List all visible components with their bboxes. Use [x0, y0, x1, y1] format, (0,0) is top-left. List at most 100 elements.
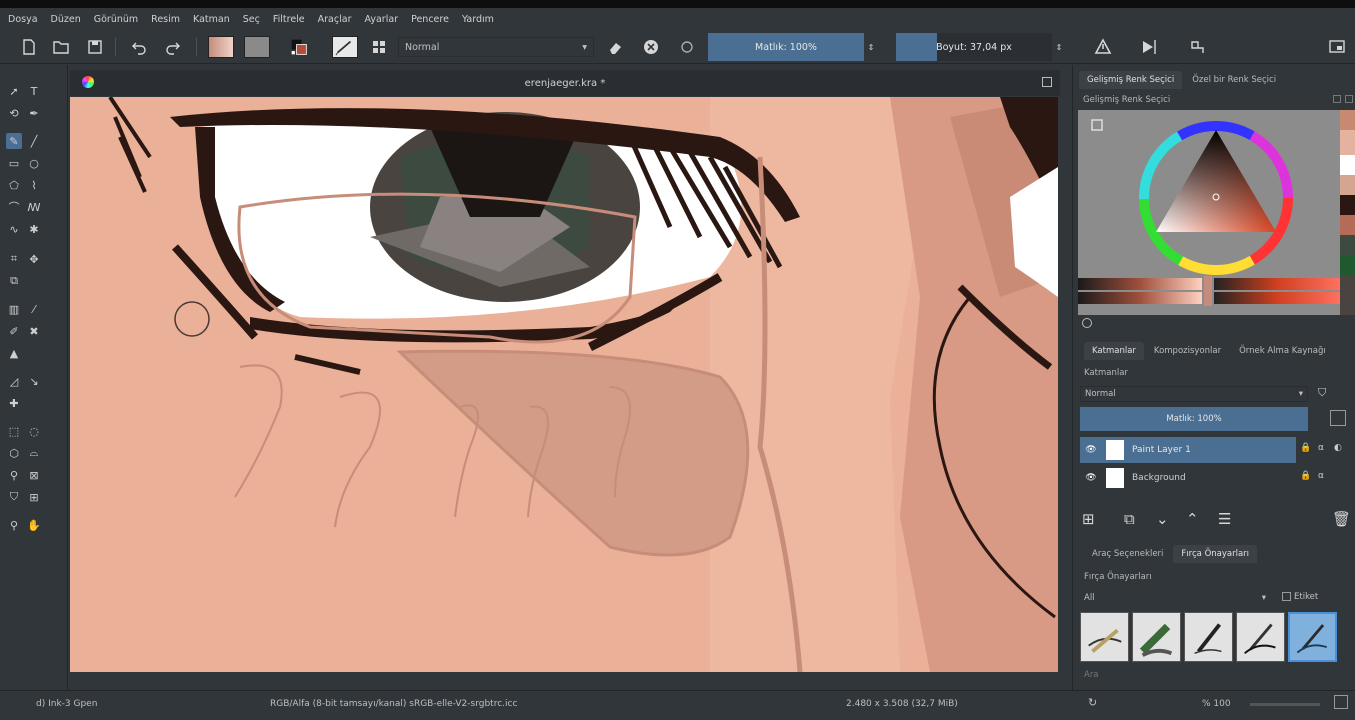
visibility-eye-icon[interactable]: 👁 [1080, 473, 1102, 483]
bezier-select-icon[interactable]: ⛉ [6, 489, 22, 505]
gradient-swatch[interactable] [208, 36, 234, 58]
duplicate-layer-icon[interactable]: ⧉ [1124, 510, 1135, 528]
palette-swatch[interactable] [1340, 275, 1355, 315]
rotate-canvas-icon[interactable]: ↻ [1088, 696, 1097, 709]
color-selector-area[interactable] [1078, 110, 1340, 315]
freehand-brush-icon[interactable]: ✎ [6, 133, 22, 149]
menu-select[interactable]: Seç [243, 14, 260, 25]
brush-preset-pen[interactable] [1184, 612, 1233, 662]
pattern-swatch[interactable] [244, 36, 270, 58]
rectangle-tool-icon[interactable]: ▭ [6, 155, 22, 171]
text-tool-icon[interactable]: T [26, 83, 42, 99]
fill-tool-icon[interactable]: ▲ [6, 345, 22, 361]
menu-tools[interactable]: Araçlar [318, 14, 352, 25]
preserve-alpha-icon[interactable] [676, 35, 698, 59]
tab-sample-source[interactable]: Örnek Alma Kaynağı [1231, 342, 1334, 360]
redo-icon[interactable] [162, 35, 184, 59]
magnetic-select-icon[interactable]: ⊞ [26, 489, 42, 505]
menu-settings[interactable]: Ayarlar [364, 14, 398, 25]
layer-blend-select[interactable]: Normal ▾ [1080, 386, 1308, 402]
lock-icon[interactable]: 🔒 [1300, 443, 1311, 453]
brush-preset-pencil[interactable] [1080, 612, 1129, 662]
transform-tool-icon[interactable]: ⧉ [6, 273, 22, 289]
palette-swatch[interactable] [1340, 195, 1355, 215]
lock-icon[interactable]: 🔒 [1300, 471, 1311, 481]
crop-tool-icon[interactable]: ⌗ [6, 251, 22, 267]
layer-row-paint-layer[interactable]: 👁 Paint Layer 1 [1080, 437, 1296, 463]
tab-tool-options[interactable]: Araç Seçenekleri [1084, 545, 1171, 563]
fg-bg-color-icon[interactable] [286, 35, 312, 59]
multibrush-icon[interactable]: ✱ [26, 221, 42, 237]
delete-layer-icon[interactable]: 🗑 [1332, 510, 1351, 528]
brush-preset-ink[interactable] [1236, 612, 1285, 662]
layer-opacity-slider[interactable]: Matlık: 100% [1080, 407, 1308, 431]
open-folder-icon[interactable] [50, 35, 72, 59]
tab-brush-presets[interactable]: Fırça Önayarları [1173, 545, 1258, 563]
layer-row-background[interactable]: 👁 Background [1080, 465, 1296, 491]
calligraphy-icon[interactable]: ✒ [26, 105, 42, 121]
mirror-horizontal-icon[interactable] [1138, 35, 1160, 59]
dynamic-brush-icon[interactable]: ∿ [6, 221, 22, 237]
menu-window[interactable]: Pencere [411, 14, 449, 25]
filter-icon[interactable]: ⛉ [1318, 386, 1326, 400]
undo-icon[interactable] [128, 35, 150, 59]
wrap-around-icon[interactable] [1092, 35, 1114, 59]
color-picker-icon[interactable]: ⁄ [26, 301, 42, 317]
reset-settings-icon[interactable] [640, 35, 662, 59]
select-shapes-icon[interactable]: ➚ [6, 83, 22, 99]
tab-layers[interactable]: Katmanlar [1084, 342, 1144, 360]
palette-swatch[interactable] [1340, 110, 1355, 130]
mirror-vertical-icon[interactable] [1186, 35, 1208, 59]
palette-swatch[interactable] [1340, 130, 1355, 155]
tab-compositions[interactable]: Kompozisyonlar [1146, 342, 1229, 360]
pan-tool-icon[interactable]: ✋ [26, 517, 42, 533]
rect-select-icon[interactable]: ⬚ [6, 423, 22, 439]
zoom-tool-icon[interactable]: ⚲ [6, 517, 22, 533]
layer-name[interactable]: Background [1132, 473, 1186, 483]
bezier-tool-icon[interactable]: ⌒ [6, 199, 22, 215]
brush-tag-select[interactable]: All ▾ [1080, 590, 1270, 606]
menu-file[interactable]: Dosya [8, 14, 38, 25]
colorize-mask-icon[interactable]: ✐ [6, 323, 22, 339]
freehand-path-icon[interactable]: ꟿ [26, 199, 42, 215]
eraser-mode-icon[interactable] [604, 35, 626, 59]
palette-swatch[interactable] [1340, 215, 1355, 235]
ellipse-tool-icon[interactable]: ○ [26, 155, 42, 171]
menu-help[interactable]: Yardım [462, 14, 494, 25]
save-icon[interactable] [84, 35, 106, 59]
brush-search-input[interactable]: Ara [1080, 666, 1342, 684]
brush-preset-icon[interactable] [332, 36, 358, 58]
drawing-canvas[interactable] [70, 97, 1058, 672]
contiguous-select-icon[interactable]: ⚲ [6, 467, 22, 483]
smart-patch-icon[interactable]: ✖ [26, 323, 42, 339]
status-zoom[interactable]: % 100 [1202, 699, 1231, 709]
move-tool-icon[interactable]: ✥ [26, 251, 42, 267]
layer-name[interactable]: Paint Layer 1 [1132, 445, 1191, 455]
shade-bar-right[interactable] [1214, 278, 1340, 290]
opacity-slider[interactable]: Matlık: 100% [708, 33, 864, 61]
inherit-alpha-icon[interactable]: ◐ [1334, 443, 1342, 453]
visibility-eye-icon[interactable]: 👁 [1080, 445, 1102, 455]
zoom-slider[interactable] [1250, 703, 1320, 706]
alpha-lock-icon[interactable]: α [1318, 471, 1324, 481]
brush-size-slider[interactable]: Boyut: 37,04 px [896, 33, 1052, 61]
opacity-spin-icon[interactable]: ⇕ [865, 35, 877, 59]
workspace-grid-icon[interactable] [368, 35, 390, 59]
fit-view-icon[interactable] [1334, 695, 1348, 709]
brush-preset-gpen-selected[interactable] [1288, 612, 1337, 662]
tab-specific-color-selector[interactable]: Özel bir Renk Seçici [1184, 71, 1284, 89]
assistant-tool-icon[interactable]: ◿ [6, 373, 22, 389]
layer-properties-icon[interactable] [1330, 410, 1346, 426]
gradient-tool-icon[interactable]: ▥ [6, 301, 22, 317]
palette-swatch[interactable] [1340, 235, 1355, 255]
add-layer-icon[interactable]: ⊞ [1082, 510, 1095, 528]
tag-checkbox[interactable] [1282, 592, 1291, 601]
layer-properties-menu-icon[interactable]: ☰ [1218, 510, 1231, 528]
menu-view[interactable]: Görünüm [94, 14, 138, 25]
polyline-tool-icon[interactable]: ⌇ [26, 177, 42, 193]
menu-edit[interactable]: Düzen [51, 14, 81, 25]
float-docker-icon[interactable] [1333, 95, 1341, 103]
document-tab-title[interactable]: erenjaeger.kra * [525, 78, 606, 89]
measure-tool-icon[interactable]: ↘ [26, 373, 42, 389]
menu-filter[interactable]: Filtrele [273, 14, 305, 25]
